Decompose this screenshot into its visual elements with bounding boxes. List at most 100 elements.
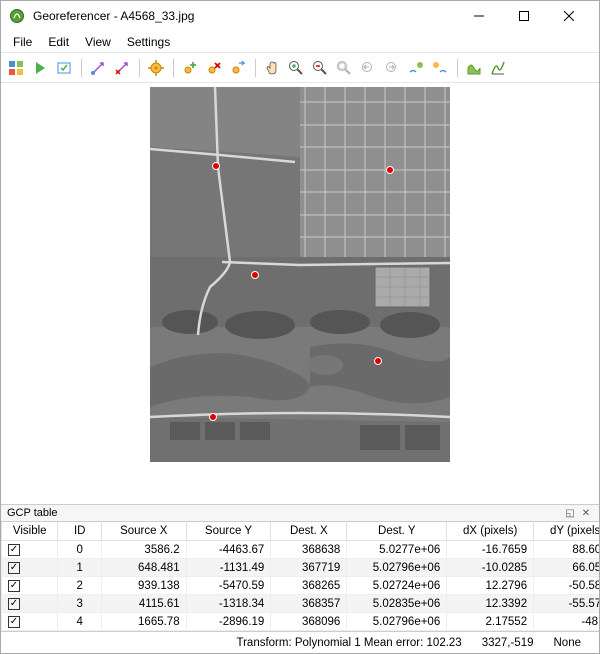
col-visible[interactable]: Visible bbox=[2, 522, 58, 541]
toolbar-separator bbox=[77, 57, 85, 79]
gcp-marker[interactable] bbox=[212, 162, 220, 170]
zoom-in-button[interactable] bbox=[285, 57, 307, 79]
col-dxp[interactable]: dX (pixels) bbox=[447, 522, 534, 541]
gcp-marker[interactable] bbox=[374, 357, 382, 365]
pan-button[interactable] bbox=[261, 57, 283, 79]
zoom-layer-button[interactable] bbox=[333, 57, 355, 79]
table-row[interactable]: ✓ 34115.61-1318.343683575.02835e+0612.339… bbox=[2, 595, 600, 613]
status-transform: Transform: Polynomial 1 Mean error: 102.… bbox=[227, 637, 472, 649]
gcp-panel-title: GCP table bbox=[7, 507, 58, 519]
visible-checkbox[interactable]: ✓ bbox=[8, 544, 20, 556]
cell-srcx[interactable]: 1665.78 bbox=[101, 613, 186, 631]
cell-id[interactable]: 2 bbox=[58, 577, 101, 595]
cell-srcx[interactable]: 3586.2 bbox=[101, 541, 186, 559]
move-point-button[interactable] bbox=[227, 57, 249, 79]
cell-dstx[interactable]: 367719 bbox=[271, 559, 347, 577]
visible-checkbox[interactable]: ✓ bbox=[8, 562, 20, 574]
col-dyp[interactable]: dY (pixels) bbox=[534, 522, 599, 541]
cell-dyp[interactable]: -55.5786 bbox=[534, 595, 599, 613]
cell-dsty[interactable]: 5.02796e+06 bbox=[347, 613, 447, 631]
app-icon bbox=[9, 8, 25, 24]
cell-dyp[interactable]: -48.49 bbox=[534, 613, 599, 631]
gcp-panel-header: GCP table ◱ ✕ bbox=[1, 504, 599, 522]
cell-dstx[interactable]: 368096 bbox=[271, 613, 347, 631]
gcp-marker[interactable] bbox=[251, 271, 259, 279]
menu-bar: File Edit View Settings bbox=[1, 31, 599, 53]
menu-view[interactable]: View bbox=[77, 33, 119, 51]
cell-dyp[interactable]: 88.6031 bbox=[534, 541, 599, 559]
cell-dsty[interactable]: 5.02835e+06 bbox=[347, 595, 447, 613]
col-srcx[interactable]: Source X bbox=[101, 522, 186, 541]
menu-file[interactable]: File bbox=[5, 33, 40, 51]
col-dsty[interactable]: Dest. Y bbox=[347, 522, 447, 541]
menu-edit[interactable]: Edit bbox=[40, 33, 77, 51]
cell-id[interactable]: 1 bbox=[58, 559, 101, 577]
menu-settings[interactable]: Settings bbox=[119, 33, 178, 51]
add-point-button[interactable] bbox=[179, 57, 201, 79]
toolbar bbox=[1, 53, 599, 83]
cell-dsty[interactable]: 5.02724e+06 bbox=[347, 577, 447, 595]
col-srcy[interactable]: Source Y bbox=[186, 522, 271, 541]
panel-close-button[interactable]: ✕ bbox=[579, 506, 593, 520]
cell-dxp[interactable]: 12.3392 bbox=[447, 595, 534, 613]
cell-id[interactable]: 0 bbox=[58, 541, 101, 559]
gcp-marker[interactable] bbox=[209, 413, 217, 421]
open-raster-button[interactable] bbox=[5, 57, 27, 79]
cell-srcy[interactable]: -1318.34 bbox=[186, 595, 271, 613]
cell-srcy[interactable]: -1131.49 bbox=[186, 559, 271, 577]
histogram-button[interactable] bbox=[463, 57, 485, 79]
zoom-next-button[interactable] bbox=[381, 57, 403, 79]
table-row[interactable]: ✓ 03586.2-4463.673686385.0277e+06-16.7659… bbox=[2, 541, 600, 559]
cell-dyp[interactable]: -50.5862 bbox=[534, 577, 599, 595]
title-bar: Georeferencer - A4568_33.jpg bbox=[1, 1, 599, 31]
table-row[interactable]: ✓ 1648.481-1131.493677195.02796e+06-10.02… bbox=[2, 559, 600, 577]
cell-dxp[interactable]: 2.17552 bbox=[447, 613, 534, 631]
close-georef-button[interactable] bbox=[111, 57, 133, 79]
gcp-marker[interactable] bbox=[386, 166, 394, 174]
col-dstx[interactable]: Dest. X bbox=[271, 522, 347, 541]
status-bar: Transform: Polynomial 1 Mean error: 102.… bbox=[1, 631, 599, 653]
close-button[interactable] bbox=[546, 1, 591, 31]
transform-settings-button[interactable] bbox=[145, 57, 167, 79]
gcp-table: Visible ID Source X Source Y Dest. X Des… bbox=[1, 522, 599, 631]
table-row[interactable]: ✓ 41665.78-2896.193680965.02796e+062.1755… bbox=[2, 613, 600, 631]
cell-dyp[interactable]: 66.0518 bbox=[534, 559, 599, 577]
cell-dxp[interactable]: -16.7659 bbox=[447, 541, 534, 559]
table-row[interactable]: ✓ 2939.138-5470.593682655.02724e+0612.279… bbox=[2, 577, 600, 595]
zoom-last-button[interactable] bbox=[357, 57, 379, 79]
cell-id[interactable]: 3 bbox=[58, 595, 101, 613]
cell-srcy[interactable]: -4463.67 bbox=[186, 541, 271, 559]
cell-dsty[interactable]: 5.0277e+06 bbox=[347, 541, 447, 559]
cell-srcx[interactable]: 4115.61 bbox=[101, 595, 186, 613]
minimize-button[interactable] bbox=[456, 1, 501, 31]
cell-srcx[interactable]: 648.481 bbox=[101, 559, 186, 577]
cell-dsty[interactable]: 5.02796e+06 bbox=[347, 559, 447, 577]
visible-checkbox[interactable]: ✓ bbox=[8, 580, 20, 592]
col-id[interactable]: ID bbox=[58, 522, 101, 541]
cell-id[interactable]: 4 bbox=[58, 613, 101, 631]
gcp-table-container[interactable]: Visible ID Source X Source Y Dest. X Des… bbox=[1, 522, 599, 631]
cell-dstx[interactable]: 368638 bbox=[271, 541, 347, 559]
cell-dstx[interactable]: 368357 bbox=[271, 595, 347, 613]
cell-dxp[interactable]: -10.0285 bbox=[447, 559, 534, 577]
visible-checkbox[interactable]: ✓ bbox=[8, 598, 20, 610]
link-qgis-button[interactable] bbox=[429, 57, 451, 79]
zoom-out-button[interactable] bbox=[309, 57, 331, 79]
stretch-button[interactable] bbox=[487, 57, 509, 79]
window-title: Georeferencer - A4568_33.jpg bbox=[33, 9, 456, 23]
start-georef-button[interactable] bbox=[29, 57, 51, 79]
delete-point-button[interactable] bbox=[203, 57, 225, 79]
link-georef-button[interactable] bbox=[405, 57, 427, 79]
visible-checkbox[interactable]: ✓ bbox=[8, 616, 20, 628]
maximize-button[interactable] bbox=[501, 1, 546, 31]
cell-srcy[interactable]: -2896.19 bbox=[186, 613, 271, 631]
panel-undock-button[interactable]: ◱ bbox=[563, 506, 577, 520]
cell-dstx[interactable]: 368265 bbox=[271, 577, 347, 595]
cell-srcy[interactable]: -5470.59 bbox=[186, 577, 271, 595]
status-extra: None bbox=[544, 637, 592, 649]
map-canvas[interactable] bbox=[1, 83, 599, 504]
cell-dxp[interactable]: 12.2796 bbox=[447, 577, 534, 595]
cell-srcx[interactable]: 939.138 bbox=[101, 577, 186, 595]
load-gcp-button[interactable] bbox=[87, 57, 109, 79]
save-gcp-button[interactable] bbox=[53, 57, 75, 79]
